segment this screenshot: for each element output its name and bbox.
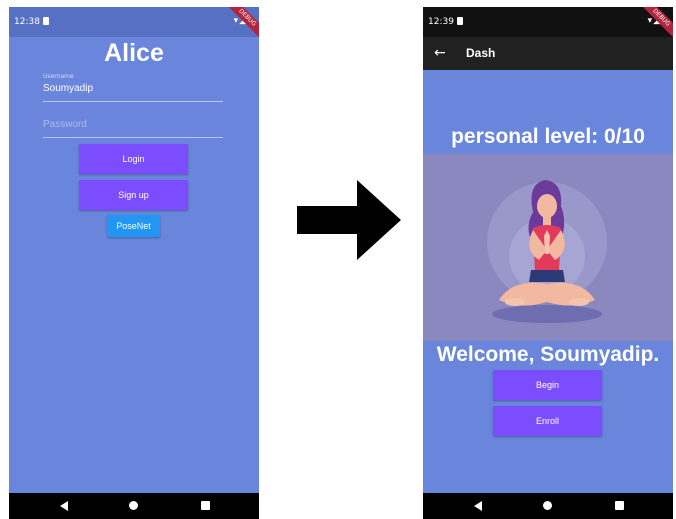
enroll-button[interactable]: Enroll: [493, 406, 602, 436]
nav-home-icon[interactable]: [129, 501, 138, 510]
meditation-illustration: [423, 154, 673, 341]
login-button[interactable]: Login: [79, 144, 188, 174]
username-field[interactable]: Username Soumyadip: [43, 73, 223, 102]
login-screen: 12:38 ▾◢▮ DEBUG Alice Username Soumyadip…: [9, 7, 259, 519]
status-time: 12:39: [428, 17, 454, 27]
app-bar: ← Dash: [423, 37, 673, 70]
sd-card-icon: [457, 17, 463, 25]
navigation-bar: [9, 493, 259, 519]
status-bar: 12:39 ▾◢▮ DEBUG: [423, 7, 673, 43]
back-arrow-icon[interactable]: ←: [434, 45, 446, 61]
transition-arrow-icon: [297, 180, 401, 260]
sd-card-icon: [43, 17, 49, 25]
dashboard-screen: 12:39 ▾◢▮ DEBUG ← Dash personal level: 0…: [423, 7, 673, 519]
navigation-bar: [423, 493, 673, 519]
username-label: Username: [43, 73, 74, 80]
nav-recents-icon[interactable]: [615, 501, 624, 510]
signup-button[interactable]: Sign up: [79, 180, 188, 210]
username-value: Soumyadip: [43, 83, 94, 94]
begin-button[interactable]: Begin: [493, 370, 602, 400]
password-placeholder: Password: [43, 119, 87, 130]
password-field[interactable]: Password: [43, 111, 223, 138]
nav-recents-icon[interactable]: [201, 501, 210, 510]
personal-level-text: personal level: 0/10: [451, 125, 645, 148]
nav-back-icon[interactable]: [60, 501, 68, 511]
nav-back-icon[interactable]: [474, 501, 482, 511]
status-time: 12:38: [14, 17, 40, 27]
welcome-text: Welcome, Soumyadip.: [436, 343, 660, 366]
nav-home-icon[interactable]: [543, 501, 552, 510]
app-title: Alice: [104, 39, 164, 67]
posenet-button[interactable]: PoseNet: [107, 215, 160, 237]
app-bar-title: Dash: [466, 46, 496, 60]
meditating-woman-illustration: [487, 180, 607, 323]
status-bar: 12:38 ▾◢▮ DEBUG: [9, 7, 259, 43]
